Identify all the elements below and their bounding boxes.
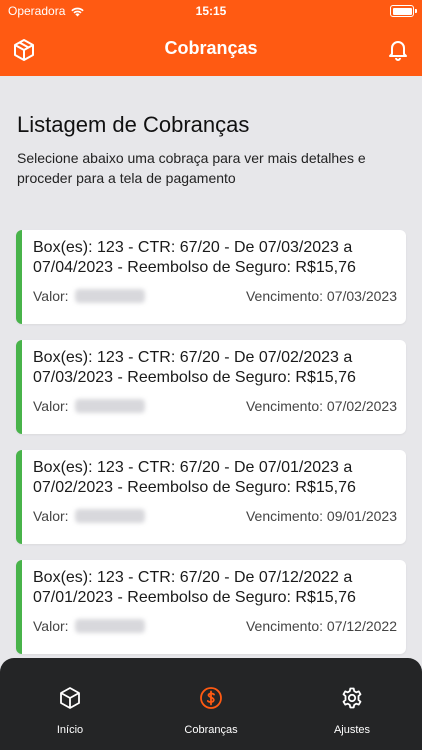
- charge-due-date: Vencimento: 07/12/2022: [245, 618, 397, 634]
- tab-bar: Início Cobranças Ajustes: [0, 658, 422, 750]
- page-header-title: Cobranças: [164, 38, 258, 58]
- charge-card[interactable]: Box(es): 123 - CTR: 67/20 - De 07/12/202…: [16, 560, 406, 654]
- clock: 15:15: [195, 4, 227, 18]
- charge-value-label: Valor:: [33, 288, 69, 304]
- charge-value-label: Valor:: [33, 398, 69, 414]
- tab-label: Ajustes: [333, 724, 371, 736]
- charge-description: Box(es): 123 - CTR: 67/20 - De 07/12/202…: [33, 569, 356, 606]
- charge-value: Valor:: [33, 508, 145, 524]
- charge-value: Valor:: [33, 398, 145, 414]
- tab-label: Início: [56, 724, 84, 736]
- charge-value-hidden: [74, 619, 145, 633]
- status-bar: Operadora 15:15: [0, 0, 422, 22]
- charge-description: Box(es): 123 - CTR: 67/20 - De 07/01/202…: [33, 459, 356, 496]
- tab-inicio[interactable]: Início: [0, 658, 140, 750]
- box-icon: [60, 687, 80, 709]
- charge-card[interactable]: Box(es): 123 - CTR: 67/20 - De 07/03/202…: [16, 230, 406, 324]
- nav-bar: Cobranças: [0, 22, 422, 76]
- gear-icon: [342, 687, 362, 709]
- charge-value: Valor:: [33, 618, 145, 634]
- charge-card[interactable]: Box(es): 123 - CTR: 67/20 - De 07/01/202…: [16, 450, 406, 544]
- charge-value-hidden: [74, 289, 145, 303]
- charge-due-date: Vencimento: 07/03/2023: [245, 288, 397, 304]
- charge-value-hidden: [74, 399, 145, 413]
- charge-card[interactable]: Box(es): 123 - CTR: 67/20 - De 07/02/202…: [16, 340, 406, 434]
- charge-description: Box(es): 123 - CTR: 67/20 - De 07/02/202…: [33, 349, 356, 386]
- charge-value-label: Valor:: [33, 618, 69, 634]
- charge-description: Box(es): 123 - CTR: 67/20 - De 07/03/202…: [33, 239, 356, 276]
- tab-ajustes[interactable]: Ajustes: [282, 658, 422, 750]
- bell-icon[interactable]: [386, 37, 410, 61]
- page-subtitle: Selecione abaixo uma cobraça para ver ma…: [17, 150, 366, 186]
- page-title: Listagem de Cobranças: [17, 112, 250, 137]
- battery-icon: [390, 5, 417, 17]
- charge-due-date: Vencimento: 09/01/2023: [245, 508, 397, 524]
- charge-due-date: Vencimento: 07/02/2023: [245, 398, 397, 414]
- tab-cobrancas[interactable]: Cobranças: [141, 658, 281, 750]
- charge-value: Valor:: [33, 288, 145, 304]
- content-area: Listagem de Cobranças Selecione abaixo u…: [0, 76, 422, 658]
- dollar-circle-icon: [200, 687, 222, 709]
- charge-value-label: Valor:: [33, 508, 69, 524]
- charge-value-hidden: [74, 509, 145, 523]
- tab-label: Cobranças: [184, 724, 238, 736]
